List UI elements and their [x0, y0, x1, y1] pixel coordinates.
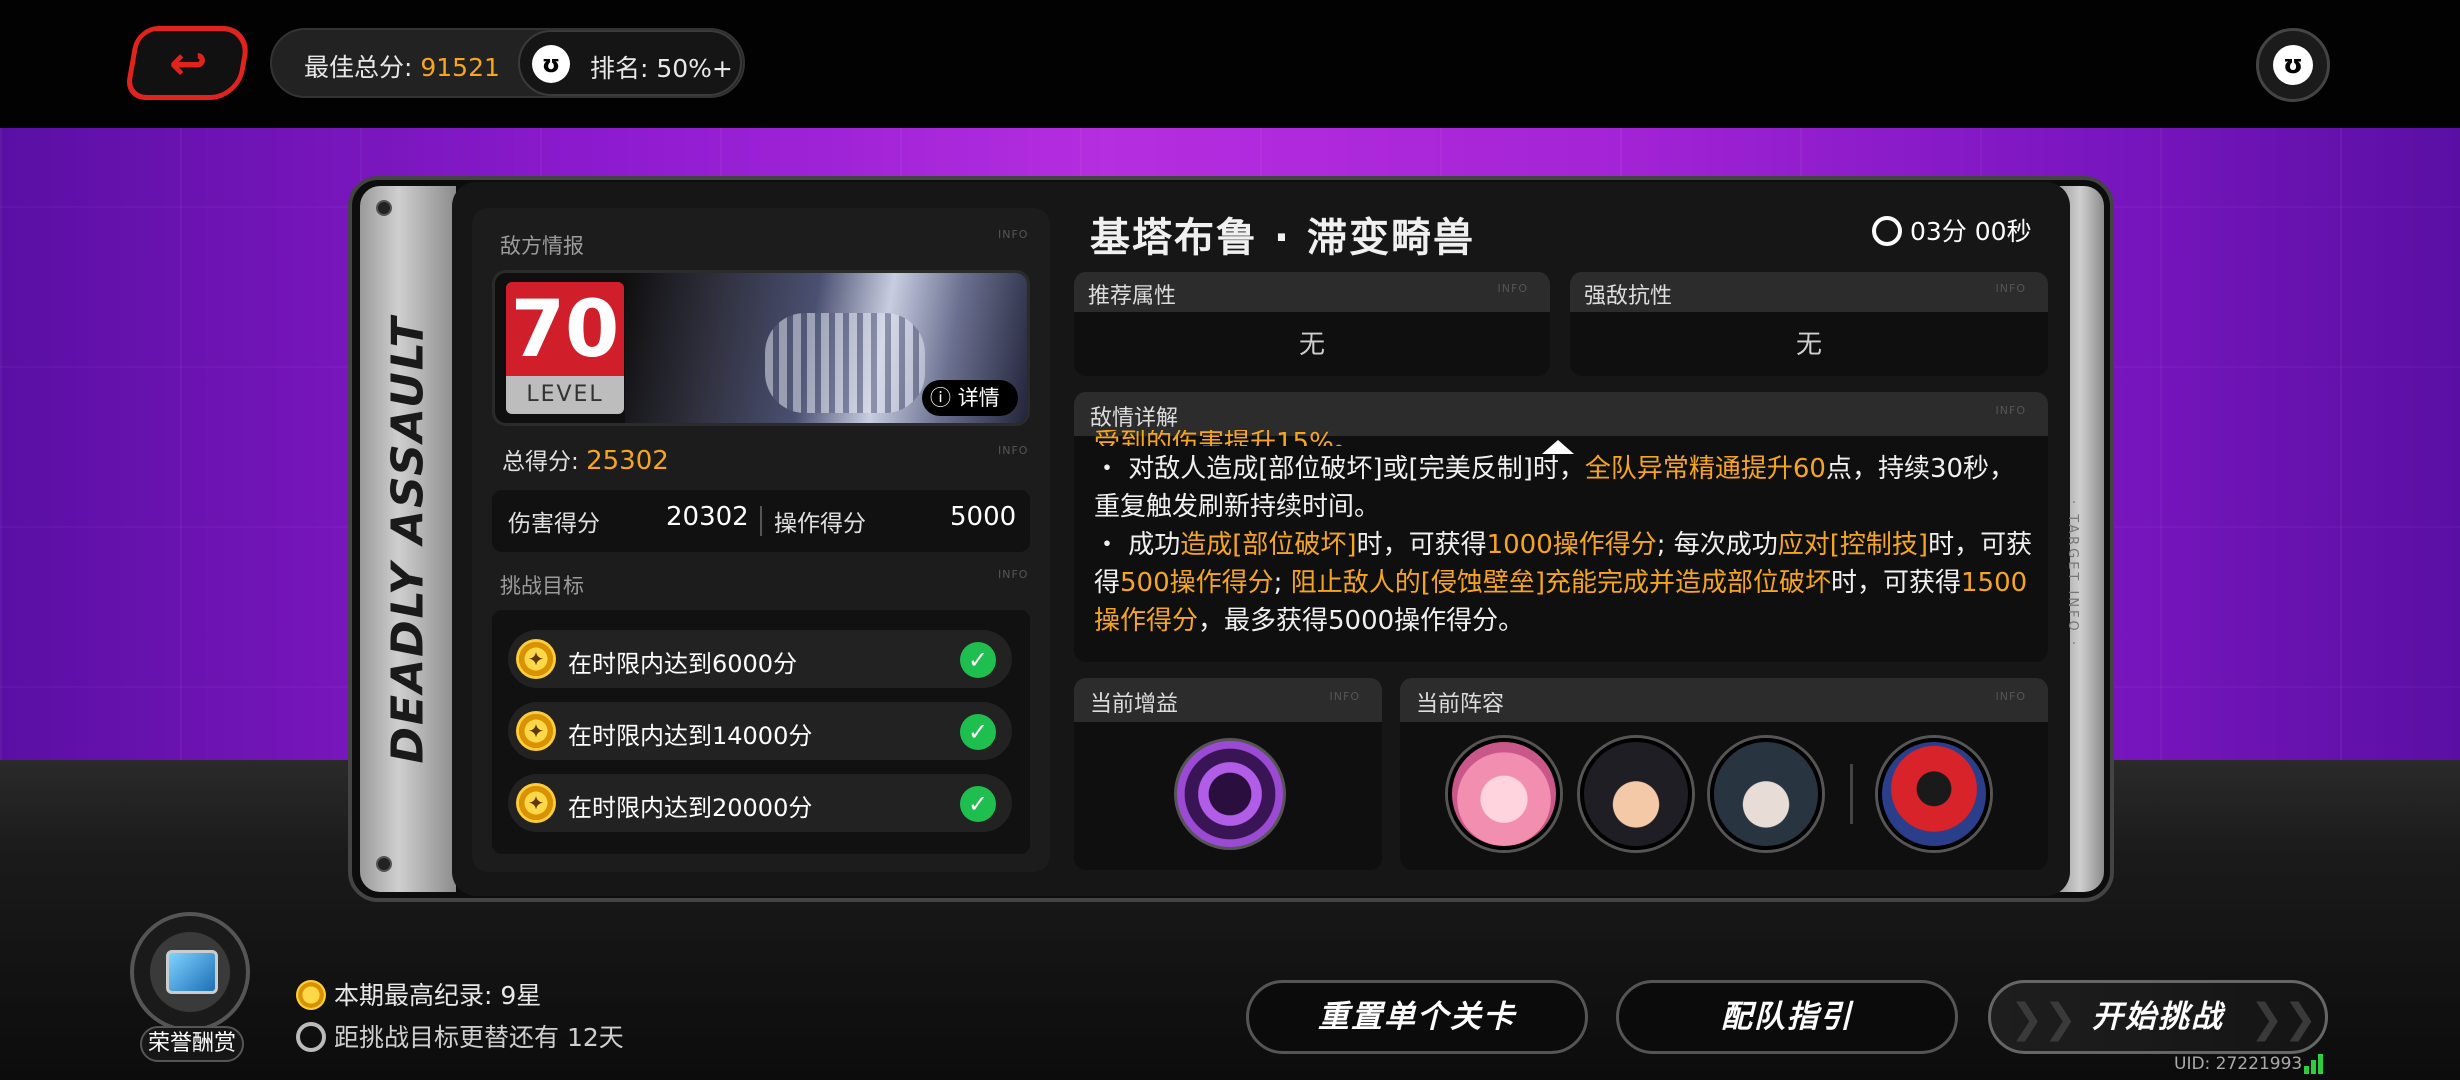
team-guide-button[interactable]: 配队指引	[1616, 980, 1958, 1054]
bolt-icon	[376, 200, 392, 216]
enemy-resistance-value: 无	[1795, 330, 1822, 360]
reward-icon	[166, 950, 218, 994]
scroll-up-icon[interactable]	[1542, 440, 1574, 454]
enemy-resistance: 强敌抗性 INFO 无	[1570, 272, 2048, 376]
enemy-intel-body: ・ 对敌人造成[部位破坏]或[完美反制]时，全队异常精通提升60点，持续30秒，…	[1094, 454, 2033, 636]
boss-name: 基塔布鲁 · 滞变畸兽	[1090, 215, 1476, 261]
agent-avatar[interactable]	[1710, 738, 1822, 850]
goals-section-title: 挑战目标	[500, 574, 584, 598]
info-tag: INFO	[1329, 690, 1360, 703]
goal-countdown: 距挑战目标更替还有 12天	[296, 1018, 624, 1054]
star-icon: ✦	[516, 711, 556, 751]
info-tag: INFO	[1995, 690, 2026, 703]
info-tag: INFO	[998, 444, 1029, 457]
info-tag: INFO	[1497, 282, 1528, 295]
operation-score-value: 5000	[950, 502, 1017, 532]
goal-item: ✦ 在时限内达到14000分 ✓	[508, 702, 1012, 760]
info-icon: ⓘ	[930, 386, 958, 410]
target-info-label: · TARGET INFO ·	[2065, 500, 2080, 649]
agent-avatar[interactable]	[1448, 738, 1560, 850]
signal-icon	[2304, 1052, 2324, 1074]
star-icon: ✦	[516, 639, 556, 679]
bolt-icon	[376, 856, 392, 872]
divider	[1850, 764, 1853, 824]
score-breakdown: 伤害得分 20302 操作得分 5000	[492, 490, 1030, 552]
damage-score-value: 20302	[666, 502, 749, 532]
timer-value: 03分 00秒	[1910, 217, 2032, 246]
detail-button[interactable]: ⓘ 详情	[922, 380, 1018, 416]
total-score-value: 25302	[586, 446, 669, 476]
help-button[interactable]: ʊ	[2256, 28, 2330, 102]
operation-score-label: 操作得分	[774, 511, 866, 537]
rank-icon: ʊ	[532, 45, 570, 83]
chevron-right-icon: ❯❯	[2250, 996, 2318, 1042]
goal-text: 在时限内达到6000分	[568, 650, 798, 678]
goal-text: 在时限内达到14000分	[568, 722, 813, 750]
goal-text: 在时限内达到20000分	[568, 794, 813, 822]
current-team-title: 当前阵容	[1416, 692, 1505, 717]
chevron-right-icon: ❯❯	[2010, 996, 2078, 1042]
check-icon: ✓	[960, 714, 996, 750]
help-icon: ʊ	[2273, 45, 2313, 85]
clock-icon	[296, 1022, 326, 1052]
info-tag: INFO	[1995, 404, 2026, 417]
total-score-label: 总得分:	[502, 449, 587, 475]
rank-badge: ʊ 排名: 50%+	[518, 30, 742, 96]
detail-button-label: 详情	[957, 386, 1000, 410]
back-button[interactable]: ↩	[123, 26, 253, 100]
enemy-section-title: 敌方情报	[500, 234, 584, 258]
bangboo-avatar[interactable]	[1878, 738, 1990, 850]
current-buff-title: 当前增益	[1090, 692, 1179, 717]
recommended-attribute: 推荐属性 INFO 无	[1074, 272, 1550, 376]
best-total-label: 最佳总分:	[304, 53, 421, 82]
goal-item: ✦ 在时限内达到20000分 ✓	[508, 774, 1012, 832]
enemy-level: 70	[510, 285, 620, 375]
intel-cut-line: 受到的伤害提升15%。	[1094, 430, 1360, 446]
buff-icon[interactable]	[1174, 738, 1286, 850]
user-id: UID: 27221993	[2174, 1054, 2303, 1074]
damage-score-label: 伤害得分	[508, 511, 600, 537]
season-record-text: 本期最高纪录: 9星	[334, 981, 542, 1010]
enemy-intel[interactable]: 敌情详解 INFO 受到的伤害提升15%。 ・ 对敌人造成[部位破坏]或[完美反…	[1074, 392, 2048, 662]
enemy-resistance-title: 强敌抗性	[1584, 284, 1673, 309]
goal-item: ✦ 在时限内达到6000分 ✓	[508, 630, 1012, 688]
back-arrow-icon: ↩	[168, 36, 208, 90]
clock-icon	[1872, 216, 1902, 246]
star-icon	[296, 980, 326, 1010]
recommended-attribute-value: 无	[1298, 330, 1325, 360]
rank-text: 排名: 50%+	[590, 54, 733, 83]
total-score: 总得分: 25302	[502, 442, 669, 476]
goal-countdown-text: 距挑战目标更替还有 12天	[334, 1023, 624, 1052]
star-icon: ✦	[516, 783, 556, 823]
check-icon: ✓	[960, 786, 996, 822]
best-total-value: 91521	[420, 53, 500, 82]
agent-avatar[interactable]	[1580, 738, 1692, 850]
info-tag: INFO	[1995, 282, 2026, 295]
enemy-intel-title: 敌情详解	[1090, 406, 1179, 431]
check-icon: ✓	[960, 642, 996, 678]
level-label: LEVEL	[506, 376, 624, 414]
time-limit: 03分 00秒	[1872, 212, 2032, 248]
info-tag: INFO	[998, 228, 1029, 241]
info-tag: INFO	[998, 568, 1029, 581]
recommended-attribute-title: 推荐属性	[1088, 284, 1177, 309]
season-record: 本期最高纪录: 9星	[296, 976, 541, 1012]
divider	[760, 506, 762, 536]
reset-stage-button[interactable]: 重置单个关卡	[1246, 980, 1588, 1054]
reward-label[interactable]: 荣誉酬赏	[140, 1026, 244, 1062]
spine-title: DEADLY ASSAULT	[382, 315, 434, 763]
